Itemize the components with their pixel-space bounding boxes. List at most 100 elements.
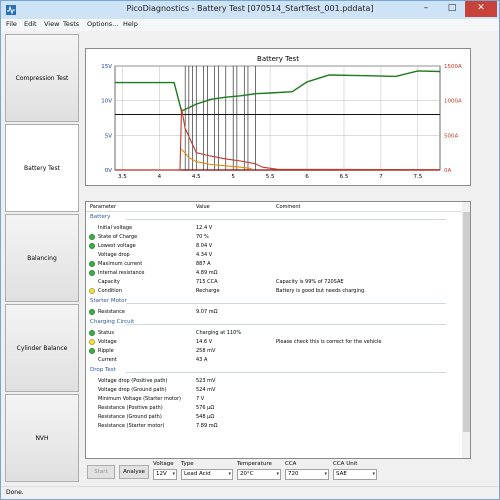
- temperature-value: 20°C: [240, 471, 254, 477]
- status-indicator-icon: [89, 243, 95, 249]
- test-settings-bar: Start Analyse Voltage 12V ▾ Type Lead Aci…: [85, 461, 471, 485]
- table-row[interactable]: State of Charge 70 %: [86, 233, 462, 242]
- menu-edit[interactable]: Edit: [24, 20, 37, 28]
- temperature-label: Temperature: [237, 461, 272, 467]
- temperature-select[interactable]: 20°C ▾: [237, 469, 281, 480]
- table-row[interactable]: Initial voltage 12.4 V: [86, 224, 462, 233]
- parameter-value: 12.4 V: [196, 225, 213, 231]
- parameter-value: 4.34 V: [196, 252, 213, 258]
- balancing-button[interactable]: Balancing: [5, 214, 79, 302]
- cylinder-balance-button[interactable]: Cylinder Balance: [5, 304, 79, 392]
- parameter-value: 523 mV: [196, 378, 216, 384]
- x-tick-label: 7.5: [413, 174, 422, 180]
- parameter-name: Condition: [98, 288, 122, 294]
- parameter-comment: Please check this is correct for the veh…: [276, 339, 382, 345]
- battery-test-button[interactable]: Battery Test: [5, 124, 79, 212]
- minimize-button[interactable]: –: [413, 1, 439, 17]
- parameter-name: Resistance: [98, 309, 125, 315]
- table-row[interactable]: Voltage drop (Ground path) 524 mV: [86, 386, 462, 395]
- title-bar: PicoDiagnostics - Battery Test [070514_S…: [1, 1, 499, 19]
- maximize-button[interactable]: □: [439, 1, 465, 17]
- menu-help[interactable]: Help: [123, 20, 138, 28]
- parameter-name: Lowest voltage: [98, 243, 136, 249]
- y-left-tick-label: 15V: [101, 64, 112, 70]
- menu-view[interactable]: View: [44, 20, 59, 28]
- y-left-tick-label: 0V: [105, 168, 112, 174]
- parameter-name: Ripple: [98, 348, 114, 354]
- parameter-value: 9.07 mΩ: [196, 309, 218, 315]
- status-indicator-icon: [89, 348, 95, 354]
- type-value: Lead Acid: [184, 471, 211, 477]
- parameter-comment: Capacity is 99% of 720SAE: [276, 279, 344, 285]
- voltage-select[interactable]: 12V ▾: [153, 469, 177, 480]
- group-heading: Battery: [90, 214, 111, 220]
- parameter-name: State of Charge: [98, 234, 138, 240]
- test-sidebar: Compression Test Battery Test Balancing …: [5, 34, 81, 484]
- cca-unit-select[interactable]: SAE ▾: [333, 469, 377, 480]
- menu-tests[interactable]: Tests: [63, 20, 79, 28]
- parameter-name: Capacity: [98, 279, 120, 285]
- status-text: Done.: [6, 489, 24, 496]
- parameter-value: 548 µΩ: [196, 414, 215, 420]
- parameter-name: Voltage drop (Ground path): [98, 387, 167, 393]
- group-heading: Starter Motor: [90, 298, 127, 304]
- menu-file[interactable]: File: [6, 20, 17, 28]
- table-scrollbar[interactable]: [462, 202, 470, 458]
- table-row[interactable]: Internal resistance 4.89 mΩ: [86, 269, 462, 278]
- menu-bar: File Edit View Tests Options... Help: [1, 19, 499, 31]
- y-right-tick-label: 1000A: [444, 99, 462, 105]
- parameter-name: Internal resistance: [98, 270, 145, 276]
- table-row[interactable]: Condition Recharge Battery is good but nee…: [86, 287, 462, 296]
- table-row[interactable]: Resistance (Positive path) 576 µΩ: [86, 404, 462, 413]
- type-select[interactable]: Lead Acid ▾: [181, 469, 233, 480]
- parameter-name: Resistance (Ground path): [98, 414, 162, 420]
- cca-input[interactable]: 720 ▾: [285, 469, 329, 480]
- table-row[interactable]: Voltage 14.6 V Please check this is correc…: [86, 338, 462, 347]
- cca-label: CCA: [285, 461, 297, 467]
- y-right-tick-label: 0A: [444, 168, 451, 174]
- analyse-button[interactable]: Analyse: [119, 465, 149, 479]
- parameter-value: 7.89 mΩ: [196, 423, 218, 429]
- chart-title: Battery Test: [257, 55, 299, 63]
- table-row[interactable]: Resistance (Starter motor) 7.89 mΩ: [86, 422, 462, 431]
- nvh-button[interactable]: NVH: [5, 394, 79, 482]
- table-row[interactable]: Maximum current 887 A: [86, 260, 462, 269]
- table-row[interactable]: Current 43 A: [86, 356, 462, 365]
- status-bar: Done.: [1, 486, 499, 499]
- table-header: Parameter Value Comment: [86, 202, 462, 212]
- parameter-name: Minimum Voltage (Starter motor): [98, 396, 181, 402]
- parameter-name: Current: [98, 357, 117, 363]
- cca-unit-label: CCA Unit: [333, 461, 358, 467]
- parameter-name: Initial voltage: [98, 225, 133, 231]
- x-tick-label: 4.5: [192, 174, 201, 180]
- results-table: Parameter Value Comment Battery Initial v…: [85, 201, 471, 459]
- x-tick-label: 4: [158, 174, 162, 180]
- parameter-name: Resistance (Positive path): [98, 405, 163, 411]
- scrollbar-thumb[interactable]: [463, 212, 470, 432]
- table-row[interactable]: Resistance 9.07 mΩ: [86, 308, 462, 317]
- y-right-tick-label: 1500A: [444, 64, 462, 70]
- table-row[interactable]: Resistance (Ground path) 548 µΩ: [86, 413, 462, 422]
- parameter-comment: Battery is good but needs charging.: [276, 288, 366, 294]
- parameter-value: 887 A: [196, 261, 211, 267]
- x-tick-label: 5: [231, 174, 235, 180]
- table-row[interactable]: Minimum Voltage (Starter motor) 7 V: [86, 395, 462, 404]
- parameter-value: 4.89 mΩ: [196, 270, 218, 276]
- parameter-name: Status: [98, 330, 114, 336]
- chevron-down-icon: ▾: [324, 471, 327, 477]
- parameter-value: 524 mV: [196, 387, 216, 393]
- compression-test-button[interactable]: Compression Test: [5, 34, 79, 122]
- table-row[interactable]: Voltage drop 4.34 V: [86, 251, 462, 260]
- menu-options[interactable]: Options...: [87, 20, 118, 28]
- start-button[interactable]: Start: [87, 465, 115, 479]
- table-row[interactable]: Status Charging at 110%: [86, 329, 462, 338]
- table-row[interactable]: Capacity 715 CCA Capacity is 99% of 720SAE: [86, 278, 462, 287]
- close-button[interactable]: ✕: [465, 1, 497, 17]
- status-indicator-icon: [89, 309, 95, 315]
- table-row[interactable]: Lowest voltage 8.04 V: [86, 242, 462, 251]
- x-tick-label: 3.5: [118, 174, 127, 180]
- voltage-label: Voltage: [153, 461, 174, 467]
- status-indicator-icon: [89, 234, 95, 240]
- table-row[interactable]: Ripple 258 mV: [86, 347, 462, 356]
- table-row[interactable]: Voltage drop (Positive path) 523 mV: [86, 377, 462, 386]
